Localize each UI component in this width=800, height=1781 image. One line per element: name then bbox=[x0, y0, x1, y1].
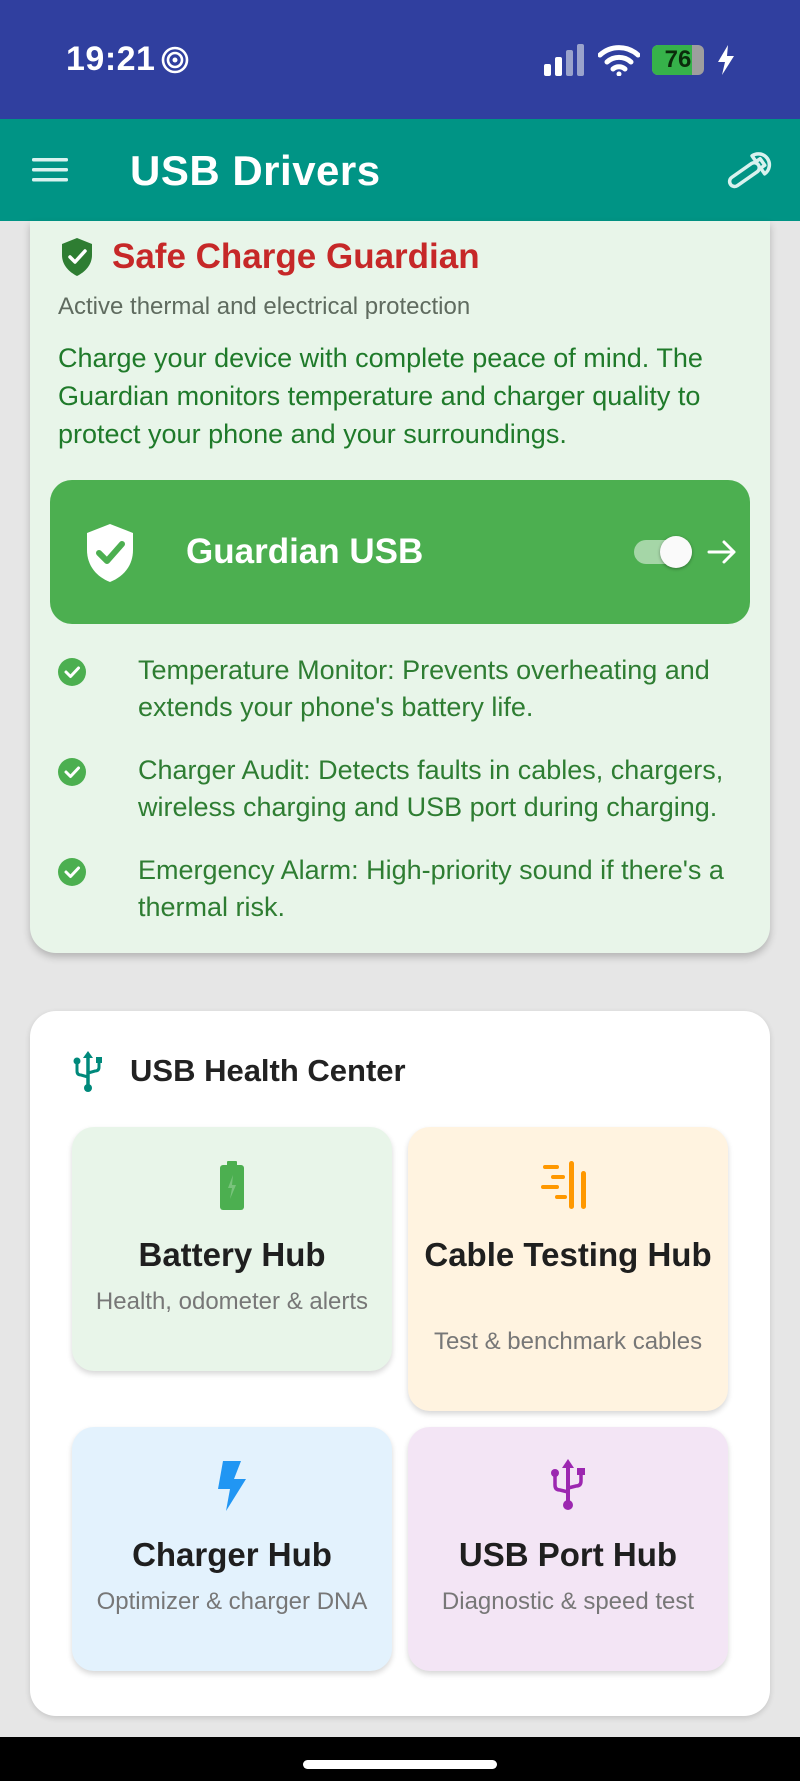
feature-text: Temperature Monitor: Prevents overheatin… bbox=[138, 655, 710, 722]
tile-title: USB Port Hub bbox=[458, 1536, 678, 1573]
tile-subtitle: Diagnostic & speed test bbox=[441, 1588, 695, 1615]
usb-health-center-card: USB Health Center Battery Hub Health, od… bbox=[30, 1011, 770, 1716]
charging-bolt-icon bbox=[718, 45, 734, 75]
battery-indicator: 76 bbox=[652, 45, 704, 75]
guardian-subtitle: Active thermal and electrical protection bbox=[58, 293, 471, 320]
cable-test-icon bbox=[541, 1161, 586, 1209]
health-center-title: USB Health Center bbox=[130, 1053, 406, 1088]
menu-icon[interactable] bbox=[32, 155, 68, 185]
status-bar: 19:21 76 bbox=[0, 0, 800, 119]
guardian-usb-label: Guardian USB bbox=[186, 532, 424, 571]
tile-subtitle: Test & benchmark cables bbox=[433, 1328, 703, 1355]
guardian-toggle[interactable] bbox=[634, 536, 692, 568]
status-time: 19:21 bbox=[66, 40, 156, 78]
tile-subtitle: Health, odometer & alerts bbox=[95, 1288, 369, 1315]
guardian-description: Charge your device with complete peace o… bbox=[58, 343, 703, 449]
system-navigation-bar bbox=[0, 1737, 800, 1781]
spiral-icon bbox=[161, 46, 189, 74]
feature-text: Emergency Alarm: High-priority sound if … bbox=[138, 855, 724, 922]
shield-check-icon bbox=[62, 238, 92, 276]
feature-text: Charger Audit: Detects faults in cables,… bbox=[138, 755, 724, 822]
battery-hub-tile[interactable]: Battery Hub Health, odometer & alerts bbox=[72, 1127, 392, 1371]
safe-charge-guardian-card: Safe Charge Guardian Active thermal and … bbox=[30, 221, 770, 953]
cable-testing-hub-tile[interactable]: Cable Testing Hub Test & benchmark cable… bbox=[408, 1127, 728, 1411]
tile-title: Cable Testing Hub bbox=[424, 1236, 712, 1273]
usb-icon bbox=[551, 1459, 585, 1510]
usb-port-hub-tile[interactable]: USB Port Hub Diagnostic & speed test bbox=[408, 1427, 728, 1671]
app-title: USB Drivers bbox=[130, 147, 381, 194]
check-circle-icon bbox=[58, 758, 86, 786]
tile-title: Battery Hub bbox=[138, 1236, 326, 1273]
charger-hub-tile[interactable]: Charger Hub Optimizer & charger DNA bbox=[72, 1427, 392, 1671]
check-circle-icon bbox=[58, 858, 86, 886]
guardian-usb-banner[interactable]: Guardian USB bbox=[50, 480, 750, 624]
home-gesture-handle[interactable] bbox=[303, 1760, 497, 1769]
lightning-icon bbox=[218, 1461, 246, 1511]
battery-icon bbox=[220, 1161, 244, 1210]
tile-title: Charger Hub bbox=[132, 1536, 332, 1573]
app-bar: USB Drivers bbox=[0, 119, 800, 221]
guardian-title: Safe Charge Guardian bbox=[112, 237, 480, 276]
arrow-right-icon[interactable] bbox=[706, 536, 738, 568]
usb-icon bbox=[73, 1051, 102, 1092]
wifi-icon bbox=[598, 45, 640, 76]
toggle-knob bbox=[660, 536, 692, 568]
tile-subtitle: Optimizer & charger DNA bbox=[96, 1588, 368, 1615]
wrench-icon[interactable] bbox=[724, 147, 778, 193]
status-indicators: 76 bbox=[544, 42, 736, 78]
battery-level: 76 bbox=[664, 46, 692, 73]
check-circle-icon bbox=[58, 658, 86, 686]
signal-icon bbox=[544, 44, 584, 76]
shield-check-icon bbox=[87, 524, 133, 582]
